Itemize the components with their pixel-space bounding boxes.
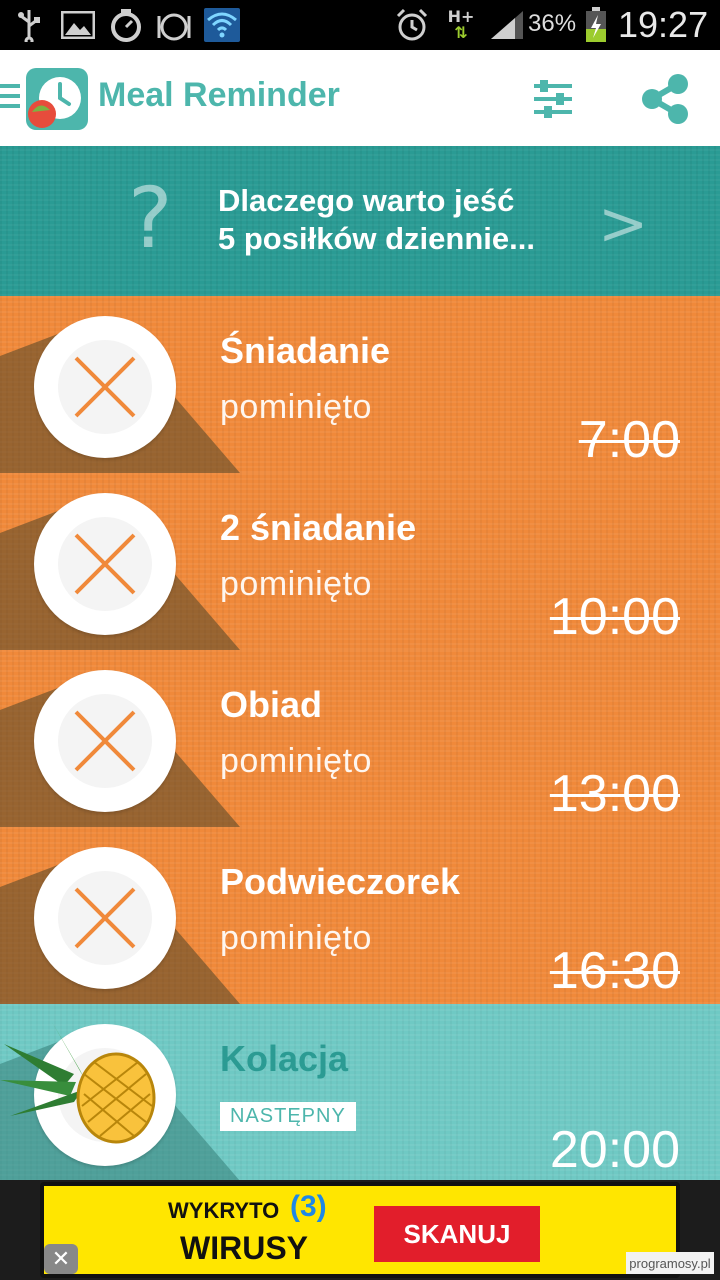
wifi-icon [204, 8, 240, 42]
ad-headline: WYKRYTO [168, 1198, 280, 1223]
meal-row-podwieczorek[interactable]: Podwieczorek pominięto 16:30 [0, 827, 720, 1004]
plate-skipped-icon [34, 316, 176, 458]
ad-scan-button[interactable]: SKANUJ [374, 1206, 540, 1262]
menu-icon[interactable] [0, 84, 20, 114]
next-badge: NASTĘPNY [220, 1102, 356, 1131]
banner-line-2: 5 posiłków dziennie... [218, 221, 535, 256]
meal-name: Śniadanie [220, 330, 391, 371]
question-icon: ? [128, 169, 173, 267]
plate-skipped-icon [34, 670, 176, 812]
plate-skipped-icon [34, 493, 176, 635]
meal-status: pominięto [220, 742, 372, 780]
banner-text: Dlaczego warto jeść 5 posiłków dziennie.… [218, 182, 535, 258]
meal-alarm-icon [156, 8, 192, 42]
usb-icon [14, 8, 44, 42]
image-icon [60, 8, 96, 42]
info-banner[interactable]: ? Dlaczego warto jeść 5 posiłków dzienni… [0, 146, 720, 296]
banner-line-1: Dlaczego warto jeść [218, 183, 515, 218]
battery-charging-icon [584, 7, 608, 42]
signal-icon [488, 8, 526, 42]
status-bar: H+ ⇅ 36% 19:27 [0, 0, 720, 50]
meal-row-sniadanie[interactable]: Śniadanie pominięto 7:00 [0, 296, 720, 473]
ad-banner[interactable]: WYKRYTO (3) WIRUSY SKANUJ [40, 1182, 680, 1278]
meal-name: Kolacja [220, 1038, 349, 1079]
settings-sliders-icon[interactable] [528, 74, 578, 124]
meal-row-2-sniadanie[interactable]: 2 śniadanie pominięto 10:00 [0, 473, 720, 650]
meal-row-kolacja[interactable]: Kolacja NASTĘPNY 20:00 [0, 1004, 720, 1181]
watermark: programosy.pl [626, 1252, 714, 1274]
meal-time: 10:00 [549, 588, 680, 646]
meal-time: 20:00 [549, 1121, 680, 1179]
meal-time: 16:30 [549, 942, 680, 1000]
mobile-data-icon: H+ ⇅ [447, 7, 475, 42]
ad-count: (3) [290, 1190, 327, 1223]
ad-area: WYKRYTO (3) WIRUSY SKANUJ [0, 1180, 720, 1280]
meal-name: Podwieczorek [220, 861, 461, 902]
close-icon[interactable]: ✕ [44, 1244, 78, 1274]
ad-subheadline: WIRUSY [180, 1230, 308, 1266]
meal-status: pominięto [220, 388, 372, 426]
clock: 19:27 [618, 4, 709, 45]
meal-time: 7:00 [578, 411, 680, 469]
battery-percent: 36% [528, 10, 577, 37]
chevron-right-icon[interactable]: > [598, 194, 648, 254]
meal-status: pominięto [220, 565, 372, 603]
meal-list: Śniadanie pominięto 7:00 2 śniadanie pom… [0, 296, 720, 1181]
alarm-icon [394, 8, 430, 42]
meal-row-obiad[interactable]: Obiad pominięto 13:00 [0, 650, 720, 827]
meal-name: Obiad [220, 684, 323, 725]
plate-pineapple-icon [0, 1022, 176, 1166]
timer-icon [108, 8, 144, 42]
meal-time: 13:00 [549, 765, 680, 823]
app-title: Meal Reminder [98, 76, 340, 114]
app-bar: Meal Reminder [0, 50, 720, 146]
share-icon[interactable] [638, 72, 692, 126]
meal-name: 2 śniadanie [220, 507, 417, 548]
meal-status: pominięto [220, 919, 372, 957]
app-logo-icon[interactable] [24, 66, 90, 132]
plate-skipped-icon [34, 847, 176, 989]
